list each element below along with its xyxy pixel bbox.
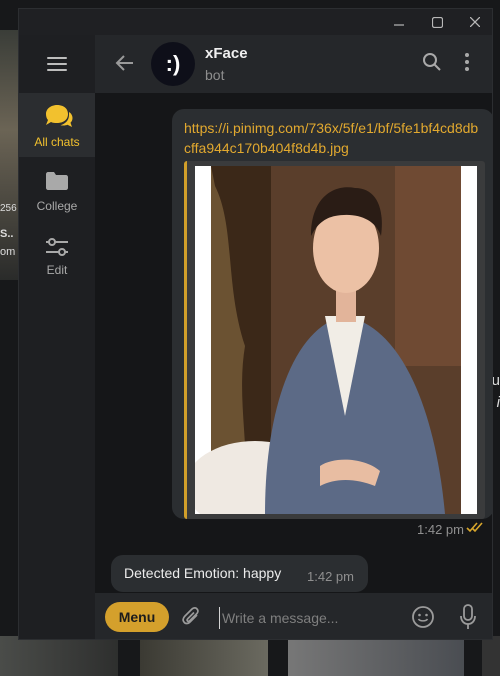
- message-composer: Menu: [95, 593, 492, 639]
- folder-label: All chats: [34, 135, 80, 149]
- folders-sidebar: All chats College Edit: [19, 35, 95, 639]
- hamburger-line: [47, 63, 67, 65]
- preview-image[interactable]: [195, 166, 477, 514]
- minimize-icon: [394, 24, 404, 26]
- sliders-icon: [46, 238, 68, 256]
- folder-icon: [46, 172, 68, 190]
- emoji-icon[interactable]: [411, 605, 435, 629]
- maximize-icon: [431, 16, 443, 28]
- outgoing-message[interactable]: https://i.pinimg.com/736x/5f/e1/bf/5fe1b…: [172, 109, 492, 537]
- maximize-button[interactable]: [418, 9, 456, 35]
- hamburger-line: [47, 69, 67, 71]
- folder-all-chats[interactable]: All chats: [19, 93, 95, 157]
- close-icon: [470, 17, 480, 27]
- hamburger-line: [47, 57, 67, 59]
- chat-name[interactable]: xFace: [205, 45, 248, 62]
- message-input[interactable]: [219, 607, 404, 629]
- incoming-message[interactable]: Detected Emotion: happy 1:42 pm: [111, 555, 368, 592]
- link-preview[interactable]: [184, 161, 485, 519]
- folder-edit[interactable]: Edit: [19, 223, 95, 287]
- background-left-strip: [0, 30, 18, 280]
- message-time: 1:42 pm: [417, 522, 464, 537]
- bot-menu-button[interactable]: Menu: [105, 602, 169, 632]
- chat-status: bot: [205, 67, 225, 83]
- background-text: 256: [0, 203, 17, 214]
- message-list[interactable]: https://i.pinimg.com/736x/5f/e1/bf/5fe1b…: [95, 93, 492, 603]
- back-arrow-icon[interactable]: [115, 53, 135, 73]
- microphone-icon[interactable]: [459, 604, 477, 630]
- folder-college[interactable]: College: [19, 159, 95, 223]
- background-thumbnail: [140, 636, 268, 676]
- chat-bubbles-icon: [46, 105, 73, 127]
- background-text: S..: [0, 228, 14, 240]
- message-text: Detected Emotion: happy: [124, 565, 282, 581]
- main-menu-button[interactable]: [47, 57, 67, 71]
- avatar-text: :): [165, 51, 181, 76]
- background-thumbnail: [288, 636, 464, 676]
- background-thumbnail: [0, 636, 118, 676]
- avatar[interactable]: :): [151, 42, 195, 86]
- search-icon[interactable]: [422, 52, 442, 72]
- background-thumbnail: [482, 636, 500, 676]
- folder-label: College: [36, 199, 78, 213]
- double-check-icon: [466, 522, 483, 533]
- telegram-window: All chats College Edit :) xFace bot http…: [18, 8, 493, 640]
- message-time: 1:42 pm: [307, 569, 354, 584]
- minimize-button[interactable]: [380, 9, 418, 35]
- title-bar: [19, 9, 492, 35]
- chat-header: :) xFace bot: [95, 35, 492, 93]
- background-text: i: [496, 394, 500, 411]
- folder-label: Edit: [46, 263, 68, 277]
- paperclip-icon[interactable]: [181, 606, 203, 628]
- close-button[interactable]: [456, 9, 492, 35]
- background-text: om: [0, 246, 16, 258]
- image-link[interactable]: https://i.pinimg.com/736x/5f/e1/bf/5fe1b…: [184, 118, 484, 158]
- more-options-icon[interactable]: [463, 52, 471, 72]
- portrait-photo: [195, 166, 461, 514]
